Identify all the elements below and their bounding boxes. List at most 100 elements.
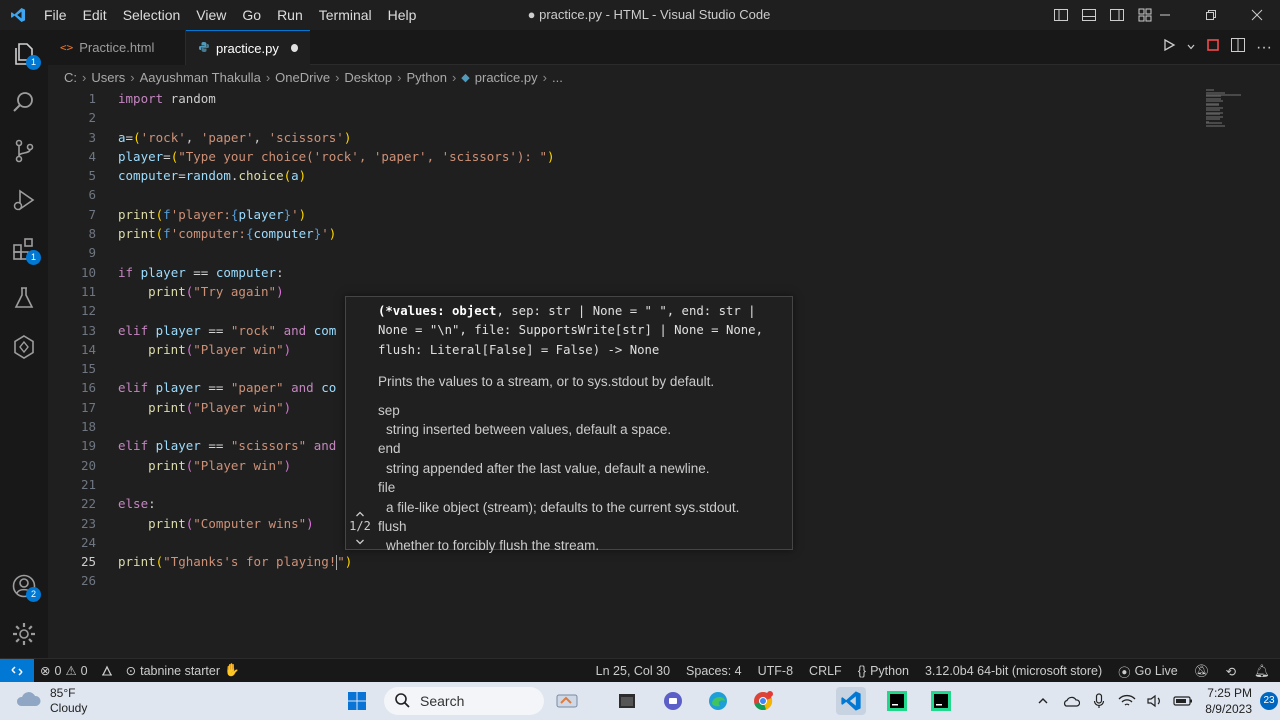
problems-indicator[interactable]: ⊗ 0 ⚠ 0	[34, 659, 94, 683]
code-line[interactable]	[118, 243, 555, 262]
menu-run[interactable]: Run	[269, 0, 311, 30]
run-python-file-icon[interactable]	[1162, 38, 1176, 57]
cursor-position[interactable]: Ln 25, Col 30	[588, 659, 678, 683]
notifications-bell-icon[interactable]: 🔔︎	[1244, 659, 1280, 683]
warning-icon: ⚠	[65, 664, 77, 678]
clion-app-icon[interactable]	[926, 687, 956, 715]
wifi-icon[interactable]	[1113, 682, 1141, 720]
code-line[interactable]	[118, 108, 555, 127]
system-clock[interactable]: 7:25 PM 8/9/2023	[1197, 685, 1260, 717]
chevron-down-icon[interactable]	[353, 535, 367, 549]
minimize-icon[interactable]	[1142, 0, 1188, 30]
extensions-icon[interactable]: 1	[0, 225, 48, 273]
chevron-up-icon[interactable]	[1029, 682, 1057, 720]
source-control-icon[interactable]	[0, 127, 48, 175]
line-number: 18	[80, 419, 96, 435]
chrome-app-icon[interactable]	[748, 687, 778, 715]
broadcast-icon[interactable]	[94, 659, 120, 683]
line-number: 10	[80, 264, 96, 280]
onedrive-cloud-icon[interactable]	[1057, 682, 1085, 720]
menu-go[interactable]: Go	[234, 0, 269, 30]
toggle-secondary-sidebar-icon[interactable]	[1106, 4, 1128, 26]
toggle-panel-icon[interactable]	[1078, 4, 1100, 26]
code-line[interactable]: player=("Type your choice('rock', 'paper…	[118, 147, 555, 166]
code-line[interactable]: print(f'player:{player}')	[118, 205, 555, 224]
code-line[interactable]	[118, 185, 555, 204]
menu-terminal[interactable]: Terminal	[311, 0, 380, 30]
crumb-more[interactable]: ...	[552, 70, 563, 85]
volume-icon[interactable]	[1141, 682, 1169, 720]
restore-icon[interactable]	[1188, 0, 1234, 30]
no-bell-icon[interactable]: 🔕︎	[1186, 659, 1218, 683]
menu-edit[interactable]: Edit	[75, 0, 115, 30]
crumb-desktop[interactable]: Desktop	[344, 70, 392, 85]
search-icon[interactable]	[0, 78, 48, 126]
notification-count-badge[interactable]: 23	[1260, 692, 1278, 710]
toggle-primary-sidebar-icon[interactable]	[1050, 4, 1072, 26]
menu-file[interactable]: File	[36, 0, 75, 30]
explorer-icon[interactable]: 1	[0, 30, 48, 78]
code-line[interactable]: print(f'computer:{computer}')	[118, 224, 555, 243]
crumb-user[interactable]: Aayushman Thakulla	[140, 70, 261, 85]
signature-body: (*values: object, sep: str | None = " ",…	[378, 302, 788, 556]
taskbar-search[interactable]: Search	[384, 687, 544, 715]
edge-app-icon[interactable]	[703, 687, 733, 715]
go-live-button[interactable]: ⦿ Go Live	[1110, 659, 1186, 683]
end-of-line[interactable]: CRLF	[801, 659, 850, 683]
tab-practice-py[interactable]: practice.py	[186, 30, 310, 65]
start-windows-icon[interactable]	[342, 687, 372, 715]
crumb-users[interactable]: Users	[91, 70, 125, 85]
vscode-app-icon[interactable]	[836, 687, 866, 715]
python-file-icon	[198, 41, 210, 56]
chevron-down-icon[interactable]	[1186, 39, 1196, 57]
crumb-file[interactable]: practice.py	[475, 70, 538, 85]
python-interpreter[interactable]: 3.12.0b4 64-bit (microsoft store)	[917, 659, 1110, 683]
crumb-python[interactable]: Python	[406, 70, 446, 85]
menu-view[interactable]: View	[188, 0, 234, 30]
param-doc: sep string inserted between values, defa…	[378, 401, 788, 556]
line-number: 5	[88, 168, 96, 184]
html-file-icon: <>	[60, 41, 74, 54]
minimap[interactable]	[1206, 89, 1266, 129]
remote-explorer-icon[interactable]	[0, 323, 48, 371]
code-line[interactable]	[118, 571, 555, 590]
crumb-drive[interactable]: C:	[64, 70, 77, 85]
code-line[interactable]: if player == computer:	[118, 263, 555, 282]
widgets-app-icon[interactable]	[552, 687, 582, 715]
code-line[interactable]: a=('rock', 'paper', 'scissors')	[118, 128, 555, 147]
feedback-icon[interactable]: ⟲	[1218, 659, 1244, 683]
weather-widget[interactable]: 85°F Cloudy	[14, 682, 87, 720]
line-number: 3	[88, 129, 96, 145]
tabnine-status[interactable]: ⊙ tabnine starter ✋	[120, 659, 246, 683]
split-editor-icon[interactable]	[1230, 37, 1246, 58]
remote-window-icon[interactable]	[0, 658, 34, 683]
menu-help[interactable]: Help	[380, 0, 425, 30]
unsaved-dot-icon[interactable]	[290, 44, 298, 52]
menu-selection[interactable]: Selection	[115, 0, 189, 30]
stop-icon[interactable]	[1206, 38, 1220, 57]
language-mode[interactable]: {} Python	[850, 659, 917, 683]
more-actions-icon[interactable]: ···	[1256, 39, 1272, 57]
pycharm-app-icon[interactable]	[882, 687, 912, 715]
code-line[interactable]: import random	[118, 89, 555, 108]
accounts-icon[interactable]: 2	[0, 562, 48, 610]
search-icon	[394, 692, 410, 711]
parameter-hints-widget: 1/2 (*values: object, sep: str | None = …	[345, 296, 793, 553]
close-window-icon[interactable]	[1234, 0, 1280, 30]
microphone-icon[interactable]	[1085, 682, 1113, 720]
teams-app-icon[interactable]	[658, 687, 688, 715]
code-line[interactable]: computer=random.choice(a)	[118, 166, 555, 185]
manage-gear-icon[interactable]	[0, 610, 48, 658]
line-number: 7	[88, 206, 96, 222]
file-explorer-app-icon[interactable]	[612, 687, 642, 715]
minimap-line	[1206, 104, 1220, 106]
battery-icon[interactable]	[1169, 682, 1197, 720]
testing-icon[interactable]	[0, 274, 48, 322]
indentation[interactable]: Spaces: 4	[678, 659, 750, 683]
crumb-onedrive[interactable]: OneDrive	[275, 70, 330, 85]
encoding[interactable]: UTF-8	[750, 659, 801, 683]
editor-tab-bar: <> Practice.html practice.py ···	[48, 30, 1280, 65]
line-number: 6	[88, 187, 96, 203]
tab-practice-html[interactable]: <> Practice.html	[48, 30, 186, 65]
run-debug-icon[interactable]	[0, 176, 48, 224]
